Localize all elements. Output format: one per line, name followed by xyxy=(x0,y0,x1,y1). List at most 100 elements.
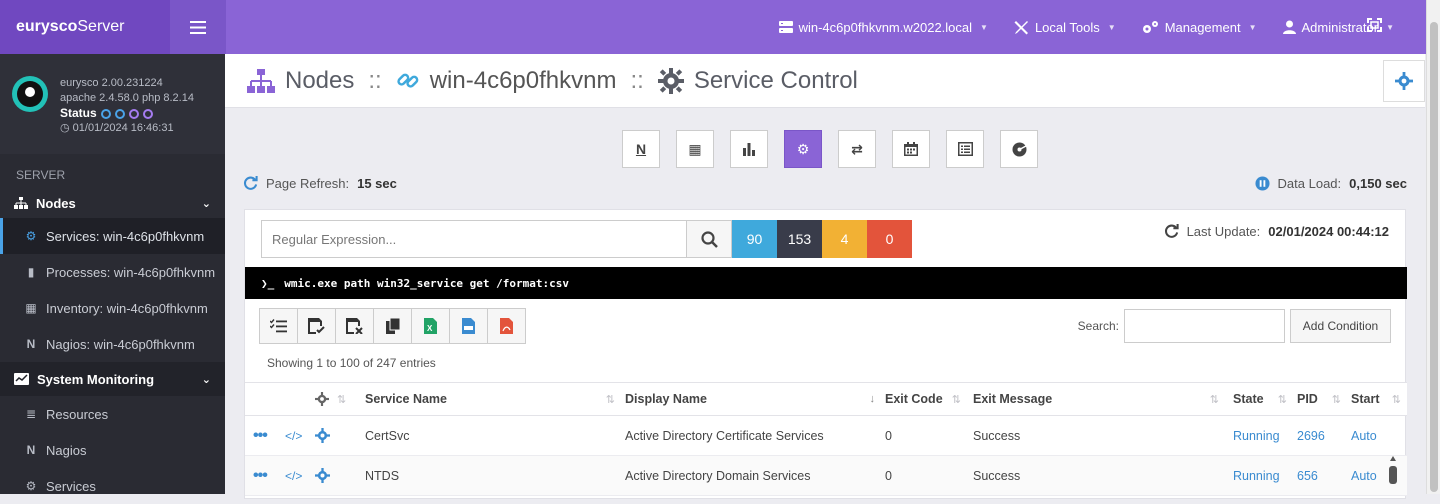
sidebar-item-inventory[interactable]: ▦ Inventory: win-4c6p0fhkvnm xyxy=(0,290,225,326)
host-menu[interactable]: win-4c6p0fhkvnm.w2022.local ▼ xyxy=(778,20,988,35)
command-text: wmic.exe path win32_service get /format:… xyxy=(284,276,570,290)
transfer-view-button[interactable]: ⇄ xyxy=(838,130,876,168)
user-icon xyxy=(1282,20,1296,34)
table-row: ••• </> CertSvc Active Directory Certifi… xyxy=(245,416,1407,456)
sidebar-item-resources[interactable]: ≣ Resources xyxy=(0,396,225,432)
counter-warning[interactable]: 4 xyxy=(822,220,867,258)
eventlog-view-button[interactable] xyxy=(946,130,984,168)
regex-search-input[interactable] xyxy=(261,220,686,258)
eurysco-logo-avatar xyxy=(12,76,48,112)
title-node-name[interactable]: win-4c6p0fhkvnm xyxy=(430,67,617,95)
nagios-view-button[interactable]: N xyxy=(622,130,660,168)
row-menu-icon[interactable]: ••• xyxy=(253,427,268,445)
sort-icon: ⇅ xyxy=(337,393,347,406)
counter-total[interactable]: 153 xyxy=(777,220,822,258)
last-update-label: Last Update: xyxy=(1186,224,1261,239)
table-actions: X xyxy=(259,308,526,344)
column-label: Start xyxy=(1351,392,1380,406)
tools-icon xyxy=(1014,20,1028,34)
column-label: Exit Message xyxy=(973,392,1053,406)
sidebar-item-nagios-monitoring[interactable]: N Nagios xyxy=(0,432,225,468)
cell-state-link[interactable]: Running xyxy=(1233,469,1280,483)
filter-bar: 90 153 4 0 xyxy=(261,220,912,258)
cell-exit-message: Success xyxy=(973,468,1021,483)
counter-running[interactable]: 90 xyxy=(732,220,777,258)
cell-display-name: Active Directory Certificate Services xyxy=(625,428,824,443)
refresh-icon[interactable] xyxy=(243,176,258,191)
status-sync-icon xyxy=(114,108,125,119)
copy-button[interactable] xyxy=(373,308,412,344)
cell-pid-link[interactable]: 2696 xyxy=(1297,429,1325,443)
cell-start-link[interactable]: Auto xyxy=(1351,469,1377,483)
pause-circle-icon[interactable] xyxy=(1255,176,1270,191)
row-code-icon[interactable]: </> xyxy=(285,429,302,443)
datetime-row: ◷ 01/01/2024 16:46:31 xyxy=(60,122,174,134)
inventory-view-button[interactable]: ▦ xyxy=(676,130,714,168)
page-settings-button[interactable] xyxy=(1383,60,1425,102)
exchange-icon: ⇄ xyxy=(851,140,863,157)
row-code-icon[interactable]: </> xyxy=(285,469,302,483)
column-state[interactable]: State ⇅ xyxy=(1233,392,1287,406)
sidebar-group-nodes[interactable]: Nodes ⌄ xyxy=(0,188,225,218)
qrcode-icon: ▦ xyxy=(688,140,702,157)
fullscreen-button[interactable] xyxy=(1367,18,1382,35)
export-csv-button[interactable] xyxy=(449,308,488,344)
local-tools-menu[interactable]: Local Tools ▼ xyxy=(1014,20,1116,35)
table-header: ⇅ Service Name ⇅ Display Name ↓ Exit Code ⇅… xyxy=(245,382,1407,416)
view-switcher: N ▦ ⚙ ⇄ xyxy=(622,130,1038,168)
search-button[interactable] xyxy=(686,220,732,258)
cell-service-name: CertSvc xyxy=(365,428,410,443)
actions-column-header[interactable]: ⇅ xyxy=(315,392,346,406)
disk-icon xyxy=(1012,142,1026,156)
cell-start-link[interactable]: Auto xyxy=(1351,429,1377,443)
list-alt-icon xyxy=(957,142,973,156)
counter-error[interactable]: 0 xyxy=(867,220,912,258)
scheduler-view-button[interactable] xyxy=(892,130,930,168)
status-ok-icon xyxy=(100,108,111,119)
column-service-name[interactable]: Service Name ⇅ xyxy=(365,392,615,406)
row-settings-button[interactable] xyxy=(315,428,330,443)
title-service-control: Service Control xyxy=(693,66,858,94)
sidebar-item-label: Resources xyxy=(46,406,109,422)
cell-state-link[interactable]: Running xyxy=(1233,429,1280,443)
sidebar-item-services-monitoring[interactable]: ⚙ Services xyxy=(0,468,225,504)
column-exit-message[interactable]: Exit Message ⇅ xyxy=(973,392,1219,406)
column-display-name[interactable]: Display Name ↓ xyxy=(625,392,875,406)
column-pid[interactable]: PID ⇅ xyxy=(1297,392,1341,406)
title-nodes[interactable]: Nodes xyxy=(285,67,354,95)
cell-pid-link[interactable]: 656 xyxy=(1297,469,1318,483)
save-check-icon xyxy=(308,318,325,334)
data-load-value: 0,150 sec xyxy=(1349,176,1407,191)
menu-toggle-button[interactable] xyxy=(170,0,226,54)
status-row: Status xyxy=(60,106,194,121)
gear-icon xyxy=(315,392,329,406)
column-exit-code[interactable]: Exit Code ⇅ xyxy=(885,392,961,406)
table-scrollbar[interactable] xyxy=(1389,438,1397,498)
delete-filter-button[interactable] xyxy=(335,308,374,344)
export-excel-button[interactable]: X xyxy=(411,308,450,344)
management-label: Management xyxy=(1164,19,1241,35)
page-scrollbar[interactable] xyxy=(1426,0,1440,494)
sidebar-group-monitoring[interactable]: System Monitoring ⌄ xyxy=(0,362,225,396)
services-view-button[interactable]: ⚙ xyxy=(784,130,822,168)
export-pdf-button[interactable] xyxy=(487,308,526,344)
processes-view-button[interactable] xyxy=(730,130,768,168)
row-menu-icon[interactable]: ••• xyxy=(253,467,268,485)
table-search-input[interactable] xyxy=(1124,309,1285,343)
cell-service-name: NTDS xyxy=(365,468,400,483)
terminal-icon: ❯_ xyxy=(261,276,275,290)
row-settings-button[interactable] xyxy=(315,468,330,483)
disk-view-button[interactable] xyxy=(1000,130,1038,168)
sidebar-section-server: SERVER xyxy=(16,168,66,182)
command-bar: ❯_ wmic.exe path win32_service get /form… xyxy=(245,267,1407,299)
sitemap-icon xyxy=(247,68,275,93)
add-condition-button[interactable]: Add Condition xyxy=(1290,309,1391,343)
sidebar-item-nagios[interactable]: N Nagios: win-4c6p0fhkvnm xyxy=(0,326,225,362)
sidebar-item-label: Nagios: win-4c6p0fhkvnm xyxy=(46,336,195,352)
column-start[interactable]: Start ⇅ xyxy=(1351,392,1401,406)
sidebar-item-services[interactable]: ⚙ Services: win-4c6p0fhkvnm xyxy=(0,218,225,254)
management-menu[interactable]: Management ▼ xyxy=(1142,20,1257,35)
sidebar-item-processes[interactable]: ▮ Processes: win-4c6p0fhkvnm xyxy=(0,254,225,290)
select-columns-button[interactable] xyxy=(259,308,298,344)
save-filter-button[interactable] xyxy=(297,308,336,344)
